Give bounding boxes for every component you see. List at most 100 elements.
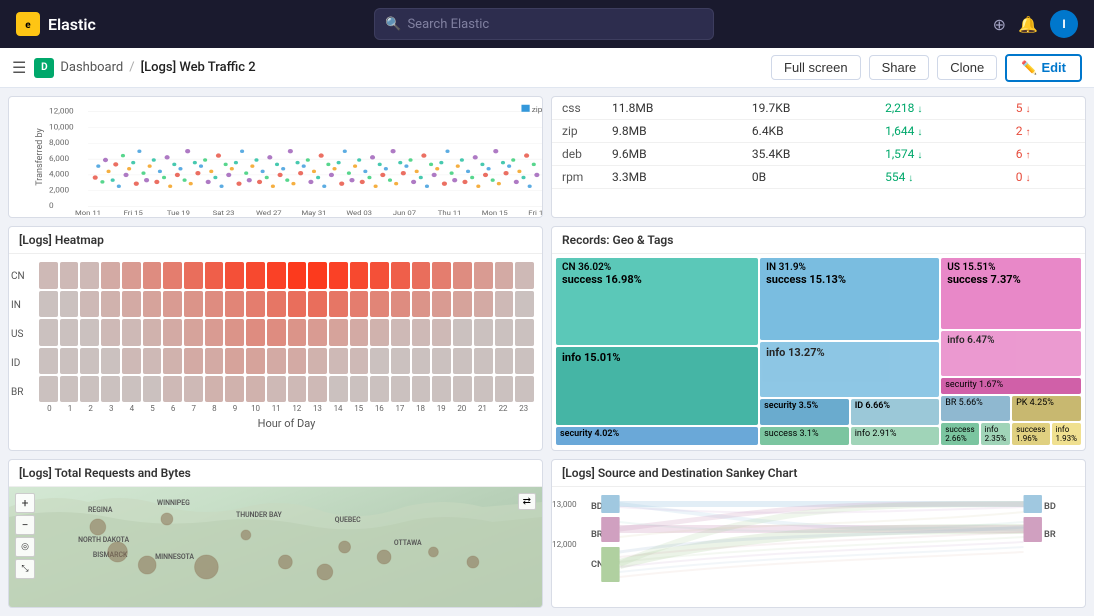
heatmap-cell: [350, 262, 369, 288]
share-button[interactable]: Share: [869, 55, 930, 80]
table-panel: css 11.8MB 19.7KB 2,218 ↓ 5 ↓ zip 9.8MB …: [551, 96, 1086, 218]
svg-text:8,000: 8,000: [49, 139, 69, 147]
dashboard-link[interactable]: Dashboard: [60, 60, 123, 75]
heatmap-cell: [143, 319, 162, 345]
heatmap-x-tick: 16: [369, 404, 390, 413]
heatmap-cell: [122, 348, 141, 374]
heatmap-cell: [184, 376, 203, 402]
svg-text:Wed 27: Wed 27: [256, 209, 282, 217]
menu-icon[interactable]: ☰: [12, 58, 26, 77]
treemap-in-success: IN 31.9% success 15.13%: [760, 258, 939, 339]
fullscreen-button[interactable]: Full screen: [771, 55, 861, 80]
heatmap-cell: [412, 348, 431, 374]
zoom-reset-button[interactable]: ◎: [15, 537, 35, 557]
map-controls: + − ◎ ⤡: [15, 493, 35, 579]
notifications-icon[interactable]: 🔔: [1018, 15, 1038, 34]
treemap-success-3: success 3.1%: [760, 427, 849, 445]
nav-buttons: Full screen Share Clone ✏️ Edit: [771, 54, 1082, 82]
svg-text:Mon 11: Mon 11: [75, 209, 101, 217]
treemap-info-291-pct: info 2.91%: [855, 429, 936, 439]
clone-button[interactable]: Clone: [937, 55, 997, 80]
heatmap-cell: [495, 348, 514, 374]
heatmap-cell: [391, 291, 410, 317]
map-panel: [Logs] Total Requests and Bytes + − ◎ ⤡ …: [8, 459, 543, 608]
treemap-cn-success: CN 36.02% success 16.98%: [556, 258, 758, 345]
top-navigation: e Elastic 🔍 Search Elastic ⊕ 🔔 I: [0, 0, 1094, 48]
d-avatar-small: D: [34, 58, 54, 78]
heatmap-x-label: Hour of Day: [39, 417, 534, 430]
sankey-panel: [Logs] Source and Destination Sankey Cha…: [551, 459, 1086, 608]
heatmap-cell: [143, 348, 162, 374]
heatmap-cell: [329, 348, 348, 374]
expand-button[interactable]: ⤡: [15, 559, 35, 579]
nav-icons: ⊕ 🔔 I: [993, 10, 1078, 38]
heatmap-cell: [60, 348, 79, 374]
heatmap-x-tick: 0: [39, 404, 60, 413]
treemap-us: US 15.51% success 7.37% info 6.47% secur…: [941, 258, 1081, 445]
svg-text:Wed 03: Wed 03: [346, 209, 372, 217]
heatmap-cell: [39, 348, 58, 374]
heatmap-cell: [163, 291, 182, 317]
svg-text:BD: BD: [1044, 502, 1056, 512]
heatmap-panel: [Logs] Heatmap CN IN US ID BR 0123456789…: [8, 226, 543, 450]
help-icon[interactable]: ⊕: [993, 15, 1006, 34]
table-cell-val2: 0 ↓: [1006, 166, 1085, 189]
treemap-main: CN 36.02% success 16.98% info 15.01% sec…: [556, 258, 1081, 445]
map-layer-button[interactable]: ⇄: [518, 493, 536, 510]
treemap-title: Records: Geo & Tags: [552, 227, 1085, 254]
heatmap-cell: [308, 291, 327, 317]
svg-text:Fri 19: Fri 19: [528, 209, 542, 217]
heatmap-cell: [495, 319, 514, 345]
search-icon: 🔍: [385, 17, 401, 32]
heatmap-cell: [370, 319, 389, 345]
svg-text:e: e: [25, 20, 31, 31]
heatmap-cell: [515, 291, 534, 317]
heatmap-x-tick: 10: [245, 404, 266, 413]
heatmap-cell: [267, 348, 286, 374]
treemap-cn-security-pct: security 4.02%: [560, 429, 754, 439]
heatmap-cell: [225, 262, 244, 288]
table-cell-type: rpm: [552, 166, 602, 189]
heatmap-x-tick: 13: [307, 404, 328, 413]
edit-button[interactable]: ✏️ Edit: [1005, 54, 1082, 82]
heatmap-cell: [412, 376, 431, 402]
treemap-cn-info: info 15.01%: [556, 347, 758, 425]
treemap-us-security-pct: security 1.67%: [945, 380, 1077, 390]
zoom-out-button[interactable]: −: [15, 515, 35, 535]
heatmap-cell: [60, 376, 79, 402]
treemap-cn-info-pct: info 15.01%: [562, 351, 752, 364]
svg-text:May 31: May 31: [301, 209, 326, 217]
svg-text:OTTAWA: OTTAWA: [394, 539, 422, 547]
heatmap-x-tick: 11: [266, 404, 287, 413]
treemap-in-info: info 13.27%: [760, 342, 939, 398]
table-cell-bytes2: 0B: [742, 166, 875, 189]
table-cell-bytes2: 19.7KB: [742, 97, 875, 120]
logo-icon: e: [16, 12, 40, 36]
heatmap-x-tick: 2: [80, 404, 101, 413]
heatmap-x-ticks: 01234567891011121314151617181920212223: [39, 404, 534, 413]
heatmap-cell: [453, 262, 472, 288]
heatmap-x-tick: 7: [183, 404, 204, 413]
heatmap-cell: [308, 376, 327, 402]
user-avatar[interactable]: I: [1050, 10, 1078, 38]
heatmap-title: [Logs] Heatmap: [9, 227, 542, 254]
heatmap-x-tick: 5: [142, 404, 163, 413]
heatmap-cell: [288, 319, 307, 345]
search-bar[interactable]: 🔍 Search Elastic: [374, 8, 714, 40]
svg-text:Tue 19: Tue 19: [167, 209, 190, 217]
second-navigation: ☰ D Dashboard / [Logs] Web Traffic 2 Ful…: [0, 48, 1094, 88]
treemap-id-pct: ID 6.66%: [855, 401, 936, 411]
treemap-info-19: info 1.93%: [1052, 423, 1081, 445]
treemap-success-196: success 1.96%: [1012, 423, 1049, 445]
heatmap-cell: [350, 319, 369, 345]
treemap-in-success-pct: success 15.13%: [766, 273, 933, 286]
treemap-us-label: US 15.51%: [947, 262, 1075, 273]
heatmap-cell: [246, 376, 265, 402]
zoom-in-button[interactable]: +: [15, 493, 35, 513]
heatmap-cell: [453, 376, 472, 402]
heatmap-cell: [495, 376, 514, 402]
svg-text:zip: zip: [532, 105, 542, 113]
heatmap-cell: [122, 376, 141, 402]
treemap-br-pk: BR 5.66% PK 4.25%: [941, 396, 1081, 421]
sankey-chart: 13,000 12,000 BD BR CN BD BR: [552, 487, 1085, 607]
